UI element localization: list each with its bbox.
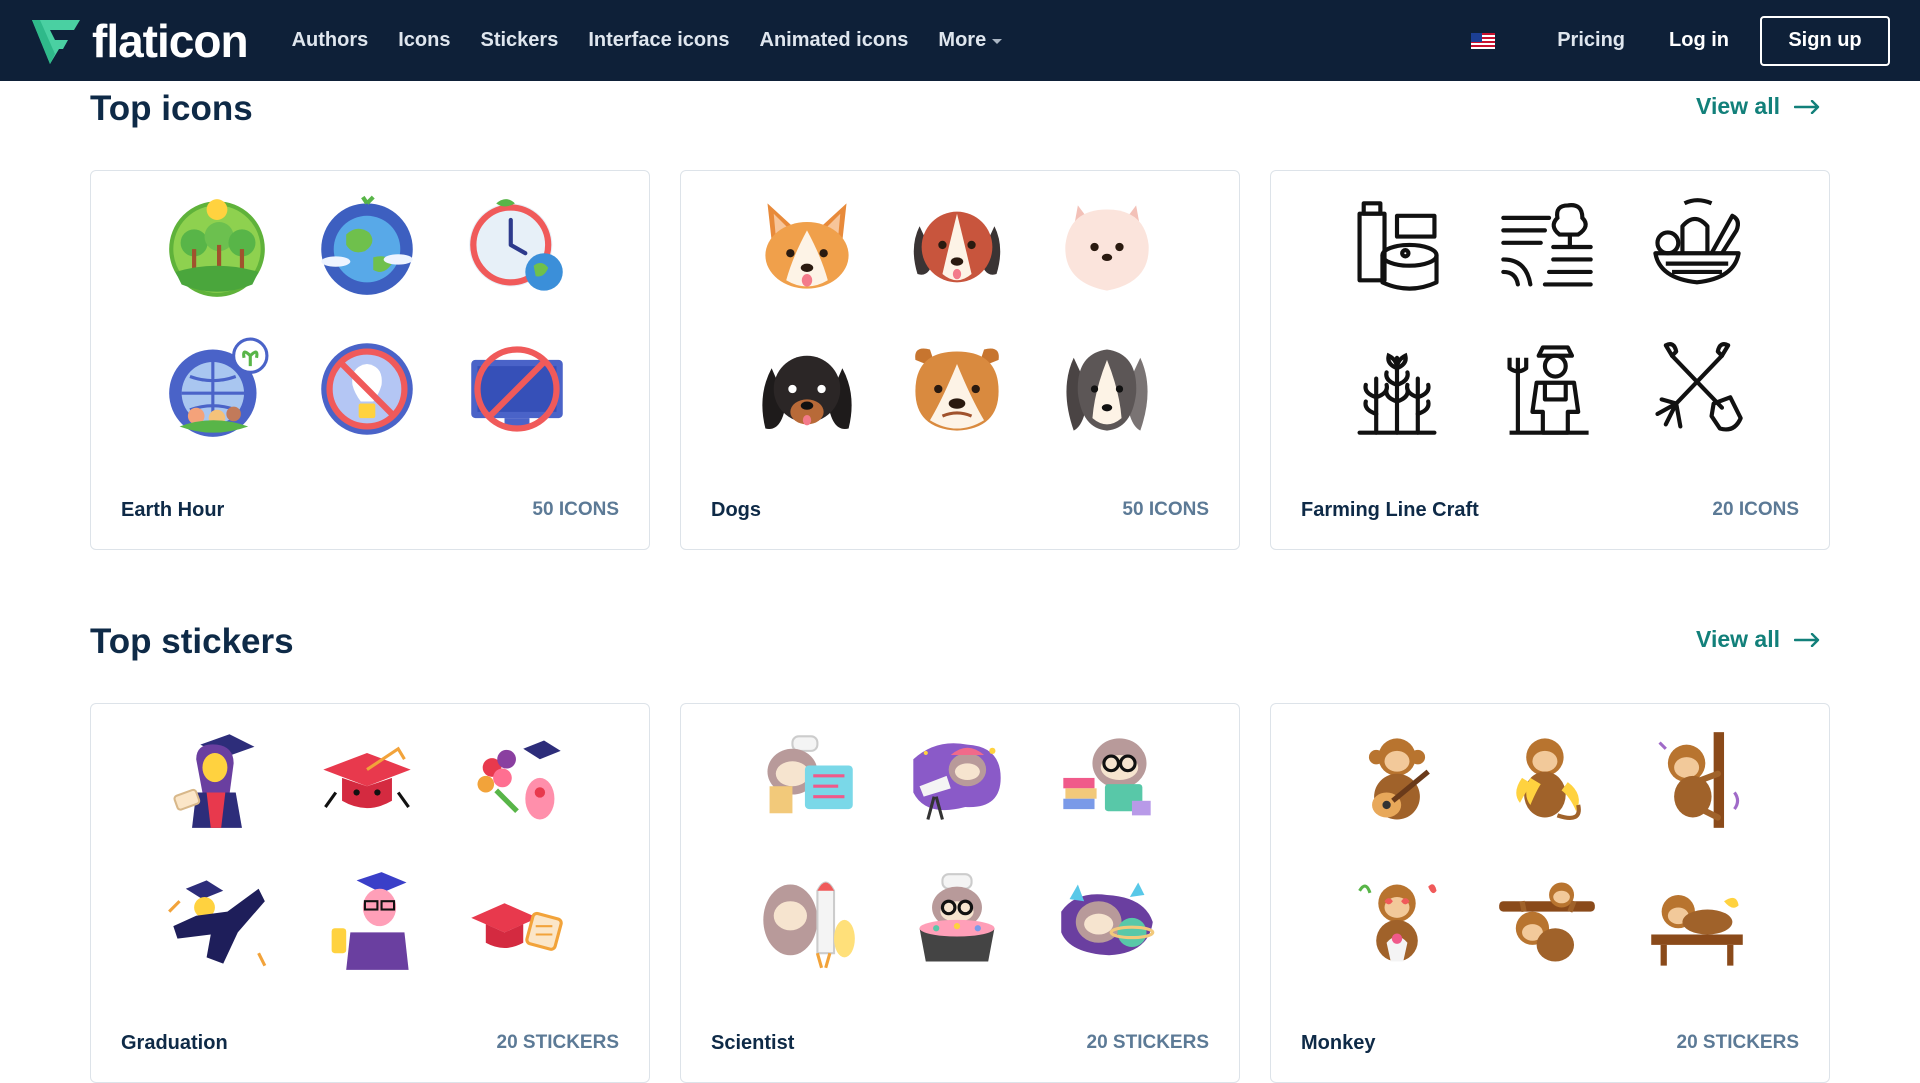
nav-right: Pricing Log in Sign up <box>1471 15 1890 66</box>
top-icons-title: Top icons <box>90 89 253 128</box>
signup-button[interactable]: Sign up <box>1760 15 1890 66</box>
pomeranian-icon <box>1055 195 1159 299</box>
pack-count: 20 ICONS <box>1712 499 1799 520</box>
logo-text: flaticon <box>92 14 249 67</box>
nav-more-dropdown[interactable]: More <box>938 29 1003 52</box>
pack-count: 20 STICKERS <box>496 1032 619 1053</box>
us-flag-icon[interactable] <box>1471 32 1496 49</box>
nav-authors[interactable]: Authors <box>292 29 369 52</box>
forest-icon <box>165 195 269 299</box>
chevron-down-icon <box>992 39 1003 44</box>
field-tree-icon <box>1495 195 1599 299</box>
cap-diploma-sticker <box>465 870 569 974</box>
beagle-icon <box>905 195 1009 299</box>
clock-earth-icon <box>465 195 569 299</box>
earth-icon <box>315 195 419 299</box>
nav-animated-icons[interactable]: Animated icons <box>760 29 909 52</box>
flaticon-logo-icon <box>32 19 80 64</box>
main-menu: Authors Icons Stickers Interface icons A… <box>292 29 1003 52</box>
pack-footer: Earth Hour 50 ICONS <box>121 499 619 522</box>
pack-card-graduation[interactable]: Graduation 20 STICKERS <box>90 703 650 1083</box>
resting-monkey-sticker <box>1645 870 1749 974</box>
nav-more-label: More <box>938 29 987 51</box>
pack-footer: Monkey 20 STICKERS <box>1301 1032 1799 1055</box>
pack-thumbnails <box>1345 195 1749 441</box>
pack-footer: Scientist 20 STICKERS <box>711 1032 1209 1055</box>
top-stickers-header: Top stickers View all <box>90 614 1830 704</box>
arrow-right-icon <box>1794 632 1820 647</box>
top-stickers-cards: Graduation 20 STICKERS Scientist 20 STIC… <box>90 703 1830 1083</box>
pricing-link[interactable]: Pricing <box>1557 29 1625 52</box>
top-navigation: flaticon Authors Icons Stickers Interfac… <box>0 0 1920 81</box>
grad-cap-sticker <box>315 728 419 832</box>
pack-count: 50 ICONS <box>1122 499 1209 520</box>
farmer-icon <box>1495 337 1599 441</box>
pack-name: Farming Line Craft <box>1301 499 1479 521</box>
wheat-icon <box>1345 337 1449 441</box>
bulldog-icon <box>905 337 1009 441</box>
guitar-monkey-sticker <box>1345 728 1449 832</box>
top-stickers-view-all-link[interactable]: View all <box>1696 626 1820 653</box>
flaticon-logo[interactable]: flaticon <box>30 14 249 68</box>
pack-card-monkey[interactable]: Monkey 20 STICKERS <box>1270 703 1830 1083</box>
login-link[interactable]: Log in <box>1669 29 1729 52</box>
pack-card-farming-line-craft[interactable]: Farming Line Craft 20 ICONS <box>1270 170 1830 550</box>
planet-sloth-sticker <box>1055 870 1159 974</box>
top-icons-section: Top icons View all Earth Hour 50 ICONS D… <box>90 81 1830 550</box>
view-all-label: View all <box>1696 93 1780 119</box>
husky-icon <box>1055 337 1159 441</box>
pack-name: Monkey <box>1301 1032 1376 1054</box>
view-all-label: View all <box>1696 626 1780 652</box>
nav-interface-icons[interactable]: Interface icons <box>588 29 729 52</box>
banana-monkey-sticker <box>1495 728 1599 832</box>
pack-thumbnails <box>165 728 569 974</box>
hanging-monkey-sticker <box>1495 870 1599 974</box>
graduate-woman-sticker <box>165 728 269 832</box>
pack-count: 50 ICONS <box>532 499 619 520</box>
top-stickers-title: Top stickers <box>90 622 294 661</box>
nav-icons[interactable]: Icons <box>398 29 450 52</box>
telescope-sloth-sticker <box>905 728 1009 832</box>
pack-thumbnails <box>1345 728 1749 974</box>
jumping-graduate-sticker <box>165 870 269 974</box>
pack-footer: Farming Line Craft 20 ICONS <box>1301 499 1799 522</box>
top-stickers-section: Top stickers View all Graduation 20 STIC… <box>90 614 1830 1083</box>
pack-name: Scientist <box>711 1032 795 1054</box>
graduate-man-sticker <box>315 870 419 974</box>
dachshund-icon <box>755 337 859 441</box>
chef-sloth-sticker <box>755 728 859 832</box>
no-monitor-icon <box>465 337 569 441</box>
pack-card-scientist[interactable]: Scientist 20 STICKERS <box>680 703 1240 1083</box>
pack-count: 20 STICKERS <box>1086 1032 1209 1053</box>
pack-name: Earth Hour <box>121 499 225 521</box>
pack-card-earth-hour[interactable]: Earth Hour 50 ICONS <box>90 170 650 550</box>
globe-people-plant-icon <box>165 337 269 441</box>
corgi-icon <box>755 195 859 299</box>
reading-sloth-sticker <box>1055 728 1159 832</box>
love-monkey-sticker <box>1345 870 1449 974</box>
bouquet-diploma-sticker <box>465 728 569 832</box>
pack-thumbnails <box>165 195 569 441</box>
pack-name: Graduation <box>121 1032 228 1054</box>
climbing-monkey-sticker <box>1645 728 1749 832</box>
rocket-sloth-sticker <box>755 870 859 974</box>
vegetable-bowl-icon <box>1645 195 1749 299</box>
milk-cheese-icon <box>1345 195 1449 299</box>
pack-card-dogs[interactable]: Dogs 50 ICONS <box>680 170 1240 550</box>
pack-footer: Graduation 20 STICKERS <box>121 1032 619 1055</box>
pack-name: Dogs <box>711 499 761 521</box>
cooking-sloth-sticker <box>905 870 1009 974</box>
pack-thumbnails <box>755 195 1159 441</box>
top-icons-cards: Earth Hour 50 ICONS Dogs 50 ICONS Farmin… <box>90 170 1830 550</box>
pack-count: 20 STICKERS <box>1676 1032 1799 1053</box>
arrow-right-icon <box>1794 99 1820 114</box>
pack-footer: Dogs 50 ICONS <box>711 499 1209 522</box>
top-icons-view-all-link[interactable]: View all <box>1696 93 1820 120</box>
no-lightbulb-icon <box>315 337 419 441</box>
fork-shovel-icon <box>1645 337 1749 441</box>
top-icons-header: Top icons View all <box>90 81 1830 171</box>
pack-thumbnails <box>755 728 1159 974</box>
nav-stickers[interactable]: Stickers <box>480 29 558 52</box>
